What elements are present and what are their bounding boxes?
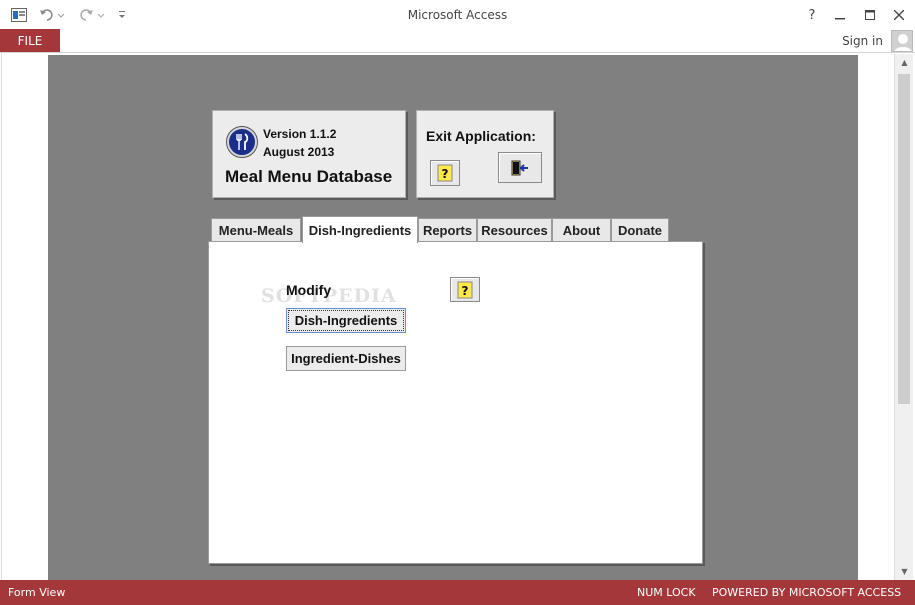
user-icon — [894, 34, 912, 51]
maximize-icon — [865, 10, 875, 20]
tab-about[interactable]: About — [552, 218, 611, 242]
minimize-icon — [835, 18, 845, 20]
help-question-icon: ? — [437, 164, 453, 182]
tab-page-dish-ingredients: SOFTPEDIA Modify ? Dish-Ingredients Ingr… — [208, 241, 703, 564]
tab-resources[interactable]: Resources — [477, 218, 552, 242]
vertical-scrollbar[interactable]: ▲ ▼ — [894, 54, 913, 580]
scroll-up-icon[interactable]: ▲ — [895, 54, 914, 71]
version-panel: Version 1.1.2 August 2013 Meal Menu Data… — [212, 110, 406, 198]
scroll-thumb[interactable] — [898, 74, 910, 404]
svg-text:?: ? — [442, 167, 449, 181]
tab-dish-ingredients[interactable]: Dish-Ingredients — [302, 216, 418, 243]
fork-knife-logo-icon — [226, 126, 258, 158]
tab-reports[interactable]: Reports — [418, 218, 477, 242]
file-tab[interactable]: FILE — [0, 29, 60, 53]
tab-donate[interactable]: Donate — [611, 218, 669, 242]
scroll-down-icon[interactable]: ▼ — [895, 563, 914, 580]
exit-application-label: Exit Application: — [426, 128, 536, 144]
modify-help-button[interactable]: ? — [450, 277, 480, 302]
minimize-button[interactable] — [829, 4, 851, 26]
exit-panel: Exit Application: ? — [416, 110, 554, 198]
status-bar: Form View NUM LOCK POWERED BY MICROSOFT … — [0, 580, 915, 605]
help-icon: ? — [808, 7, 816, 23]
exit-help-button[interactable]: ? — [430, 160, 460, 186]
title-bar: Microsoft Access ? — [0, 0, 915, 30]
powered-by-label: POWERED BY MICROSOFT ACCESS — [712, 586, 902, 599]
tab-menu-meals[interactable]: Menu-Meals — [211, 218, 301, 242]
ingredient-dishes-button[interactable]: Ingredient-Dishes — [286, 346, 406, 371]
version-label: Version 1.1.2 — [263, 127, 337, 141]
svg-text:?: ? — [462, 284, 469, 298]
help-question-icon: ? — [457, 281, 473, 298]
user-avatar[interactable] — [891, 30, 913, 52]
app-name-title: Meal Menu Database — [225, 167, 393, 186]
close-icon — [894, 10, 904, 20]
num-lock-indicator: NUM LOCK — [637, 586, 696, 599]
exit-application-button[interactable] — [498, 152, 542, 183]
exit-door-icon — [511, 160, 528, 175]
close-button[interactable] — [888, 4, 910, 26]
sign-in-link[interactable]: Sign in — [842, 34, 883, 48]
view-mode-status: Form View — [8, 586, 66, 599]
modify-label: Modify — [286, 282, 332, 298]
release-date-label: August 2013 — [263, 145, 335, 159]
maximize-button[interactable] — [859, 4, 881, 26]
window-title: Microsoft Access — [407, 8, 508, 22]
dish-ingredients-button[interactable]: Dish-Ingredients — [286, 308, 406, 333]
help-button[interactable]: ? — [801, 4, 823, 26]
